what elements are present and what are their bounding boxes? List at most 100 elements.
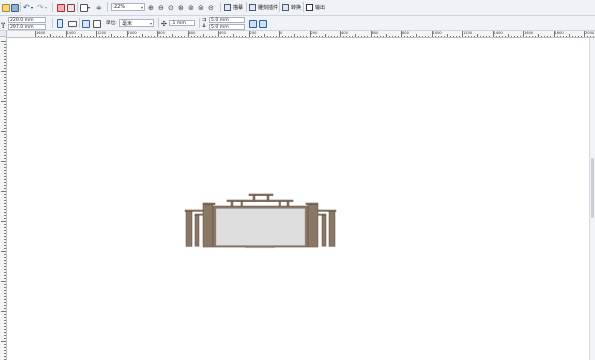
ruler-tick [4, 86, 6, 87]
current-page-icon[interactable] [93, 19, 101, 28]
ruler-tick [135, 35, 137, 37]
separator [107, 2, 108, 12]
ruler-tick [114, 35, 116, 37]
treat-as-filled-icon[interactable] [249, 19, 257, 28]
ruler-tick [422, 35, 424, 37]
ruler-tick [1, 311, 6, 312]
page-width-field[interactable]: 220.0 mm [8, 17, 46, 23]
ruler-tick [4, 314, 6, 315]
ruler-tick [340, 31, 341, 37]
ruler-tick [254, 35, 256, 37]
ruler-tick [550, 35, 552, 37]
duplicate-y-field[interactable]: 5.0 mm [209, 23, 245, 30]
vertical-scrollbar-thumb[interactable] [591, 158, 594, 218]
ruler-tick [4, 110, 6, 111]
ruler-tick [160, 35, 162, 37]
ruler-tick [4, 350, 6, 351]
ruler-tick [513, 35, 515, 37]
ruler-tick [4, 122, 6, 123]
ruler-tick [553, 31, 555, 37]
ruler-tick [275, 35, 277, 37]
ruler-tick [4, 353, 6, 354]
ruler-tick [4, 272, 6, 273]
ruler-tick [562, 35, 564, 37]
all-pages-icon[interactable] [82, 19, 90, 28]
ruler-tick [373, 35, 375, 37]
redo-icon[interactable]: ↷ [37, 3, 44, 12]
import-icon[interactable] [57, 3, 65, 12]
page-height-field[interactable]: 297.0 mm [8, 23, 46, 30]
units-select[interactable]: 毫米 ▾ [119, 19, 154, 27]
ruler-tick [74, 35, 76, 37]
cutting-plugin-icon [249, 4, 256, 11]
snap-options-icon[interactable] [259, 19, 267, 28]
ruler-tick [401, 31, 402, 37]
export-button[interactable]: 输出 [306, 3, 325, 12]
ruler-tick [4, 197, 6, 198]
zoom-out-icon[interactable]: ⊖ [158, 3, 164, 12]
ruler-tick [4, 284, 6, 285]
ruler-tick [224, 35, 226, 37]
ruler-tick [486, 35, 488, 37]
redo-dropdown-icon[interactable]: ▾ [45, 3, 47, 12]
ruler-tick [394, 35, 396, 37]
undo-icon[interactable]: ↶ [23, 3, 30, 12]
ruler-tick [50, 34, 52, 37]
convert-button[interactable]: 转换 [282, 3, 301, 12]
archway-drawing[interactable] [183, 193, 337, 251]
launch-dropdown-icon[interactable]: ▾ [88, 3, 90, 12]
ruler-tick [4, 242, 6, 243]
ruler-tick [492, 31, 494, 37]
ruler-label: 400 [341, 31, 348, 35]
cutting-plugin-button[interactable]: 雕刻插件 [249, 3, 278, 12]
ruler-tick [495, 35, 497, 37]
duplicate-x-field[interactable]: 5.0 mm [209, 17, 245, 23]
vertical-scrollbar[interactable] [589, 38, 595, 360]
zoom-in-icon[interactable]: ⊕ [148, 3, 154, 12]
ruler-tick [4, 170, 6, 171]
ruler-tick [4, 275, 6, 276]
ruler-label: 2000 [585, 31, 595, 35]
ruler-tick [4, 260, 6, 261]
ruler-tick [593, 35, 595, 37]
zoom-level-select[interactable]: 22% ▾ [111, 3, 145, 11]
ruler-tick [166, 35, 168, 37]
ruler-tick [129, 35, 131, 37]
ruler-tick [178, 35, 180, 37]
ruler-label: 1000 [432, 31, 442, 35]
ruler-tick [38, 35, 40, 37]
landscape-icon[interactable] [68, 19, 77, 28]
zoom-page-icon[interactable]: ⊚ [188, 3, 194, 12]
ruler-tick [452, 35, 454, 37]
ruler-tick [382, 35, 384, 37]
ruler-tick [312, 35, 314, 37]
ruler-tick [571, 35, 573, 37]
zoom-width-icon[interactable]: ⊜ [198, 3, 204, 12]
undo-dropdown-icon[interactable]: ▾ [31, 3, 33, 12]
export-icon[interactable] [67, 3, 75, 12]
portrait-icon[interactable] [57, 19, 63, 28]
align-icon[interactable]: ≑ [96, 3, 102, 12]
ruler-tick [272, 35, 274, 37]
open-icon[interactable] [2, 3, 10, 12]
ruler-label: 800 [402, 31, 409, 35]
ruler-tick [4, 128, 6, 129]
horizontal-ruler[interactable]: 1600 1400 1200 1000 800 600 400 200 0 200 400 600 80… [7, 31, 595, 38]
ruler-tick [175, 35, 177, 37]
units-value: 毫米 [122, 20, 133, 27]
ruler-tick [181, 35, 183, 37]
vertical-ruler[interactable] [0, 37, 7, 360]
zoom-selected-icon[interactable]: ⊙ [168, 3, 174, 12]
nudge-distance-field[interactable]: .1 mm [169, 20, 195, 26]
ruler-tick [474, 35, 476, 37]
ruler-tick [541, 35, 543, 37]
separator [79, 18, 80, 28]
launch-icon[interactable] [80, 3, 88, 12]
ruler-tick [468, 35, 470, 37]
trace-button[interactable]: 描摹 [224, 3, 243, 12]
zoom-all-icon[interactable]: ⊛ [178, 3, 184, 12]
zoom-height-icon[interactable]: ⊝ [208, 3, 214, 12]
ruler-label: 200 [310, 31, 318, 35]
save-icon[interactable] [11, 3, 19, 12]
ruler-tick [196, 35, 198, 37]
